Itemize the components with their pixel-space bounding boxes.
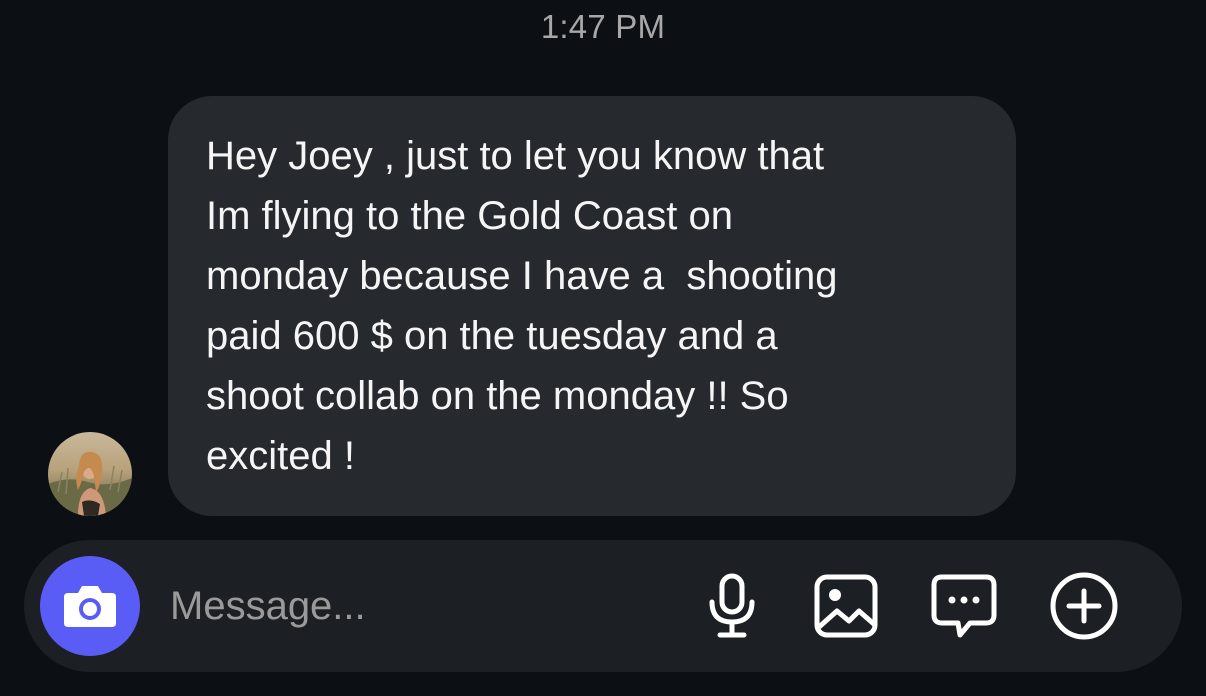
microphone-button[interactable]: [696, 570, 768, 642]
message-bubble[interactable]: Hey Joey , just to let you know that Im …: [168, 96, 1016, 516]
microphone-icon: [709, 573, 755, 638]
plus-icon: [1050, 572, 1118, 640]
avatar-photo: [48, 432, 132, 516]
plus-button[interactable]: [1048, 570, 1120, 642]
sticker-chat-button[interactable]: [928, 570, 1000, 642]
message-timestamp: 1:47 PM: [540, 8, 666, 45]
gallery-button[interactable]: [810, 570, 882, 642]
chat-screen: 1:47 PM Hey Joey , just to let you know …: [0, 0, 1206, 696]
camera-button[interactable]: [40, 556, 140, 656]
gallery-icon: [814, 574, 878, 638]
message-input[interactable]: [170, 574, 670, 638]
message-text: Hey Joey , just to let you know that Im …: [206, 134, 838, 478]
message-composer: [24, 540, 1182, 672]
sticker-chat-icon: [931, 574, 997, 638]
avatar[interactable]: [48, 432, 132, 516]
camera-icon: [64, 586, 116, 627]
